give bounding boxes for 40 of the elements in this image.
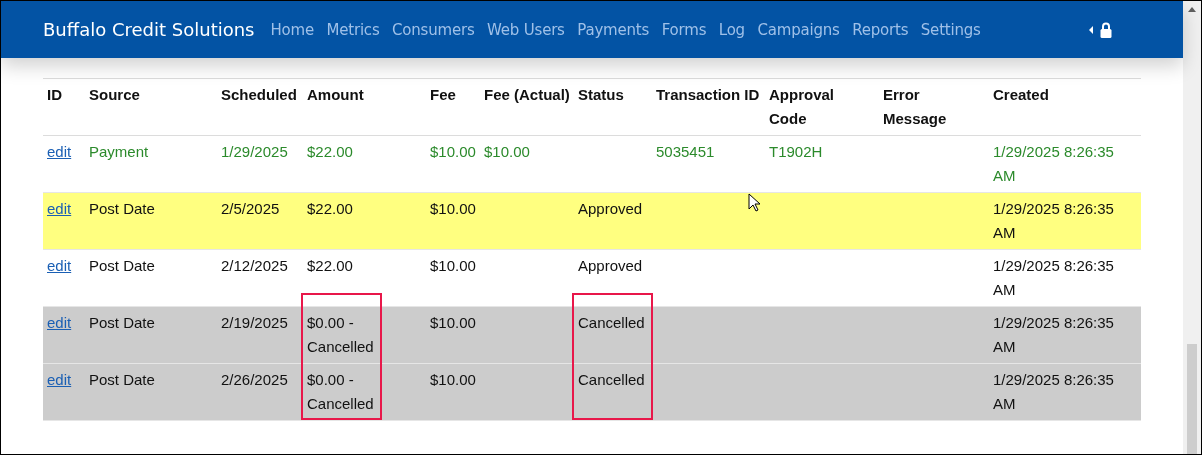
- table-cell: Post Date: [85, 307, 217, 364]
- edit-link[interactable]: edit: [47, 314, 72, 331]
- nav-link[interactable]: Payments: [577, 20, 650, 39]
- table-cell: 2/26/2025: [217, 364, 303, 421]
- table-cell: $22.00: [303, 193, 426, 250]
- edit-link[interactable]: edit: [47, 371, 72, 388]
- nav-link[interactable]: Web Users: [487, 20, 565, 39]
- table-cell: 1/29/2025 8:26:35 AM: [989, 193, 1141, 250]
- caret-icon[interactable]: [1089, 25, 1093, 34]
- nav-link[interactable]: Metrics: [326, 20, 380, 39]
- nav-link[interactable]: Log: [718, 20, 745, 39]
- brand-name[interactable]: Buffalo Credit Solutions: [43, 19, 255, 40]
- nav-link[interactable]: Forms: [661, 20, 707, 39]
- table-cell: $0.00 - Cancelled: [303, 364, 426, 421]
- table-cell: Post Date: [85, 364, 217, 421]
- table-cell: $0.00 - Cancelled: [303, 307, 426, 364]
- lock-icon[interactable]: [1100, 21, 1112, 38]
- table-cell: 2/19/2025: [217, 307, 303, 364]
- scrollbar[interactable]: [1183, 1, 1201, 454]
- scroll-thumb[interactable]: [1187, 344, 1197, 454]
- table-cell: $10.00: [426, 364, 480, 421]
- scroll-up-icon[interactable]: [1188, 7, 1196, 12]
- nav-link[interactable]: Campaigns: [757, 20, 840, 39]
- table-cell: $10.00: [426, 307, 480, 364]
- nav-link[interactable]: Reports: [852, 20, 909, 39]
- table-cell: 1/29/2025 8:26:35 AM: [989, 364, 1141, 421]
- table-cell: Post Date: [85, 193, 217, 250]
- table-cell: Approved: [574, 193, 652, 250]
- nav-link[interactable]: Settings: [920, 20, 981, 39]
- edit-link[interactable]: edit: [47, 200, 72, 217]
- nav-link[interactable]: Consumers: [392, 20, 475, 39]
- table-cell: 1/29/2025 8:26:35 AM: [989, 307, 1141, 364]
- nav-link[interactable]: Home: [270, 20, 314, 39]
- edit-link[interactable]: edit: [47, 143, 72, 160]
- edit-link[interactable]: edit: [47, 257, 72, 274]
- table-cell: $10.00: [426, 193, 480, 250]
- table-cell: Cancelled: [574, 307, 652, 364]
- table-cell: 2/5/2025: [217, 193, 303, 250]
- mouse-pointer-icon: [748, 193, 761, 213]
- table-cell: Cancelled: [574, 364, 652, 421]
